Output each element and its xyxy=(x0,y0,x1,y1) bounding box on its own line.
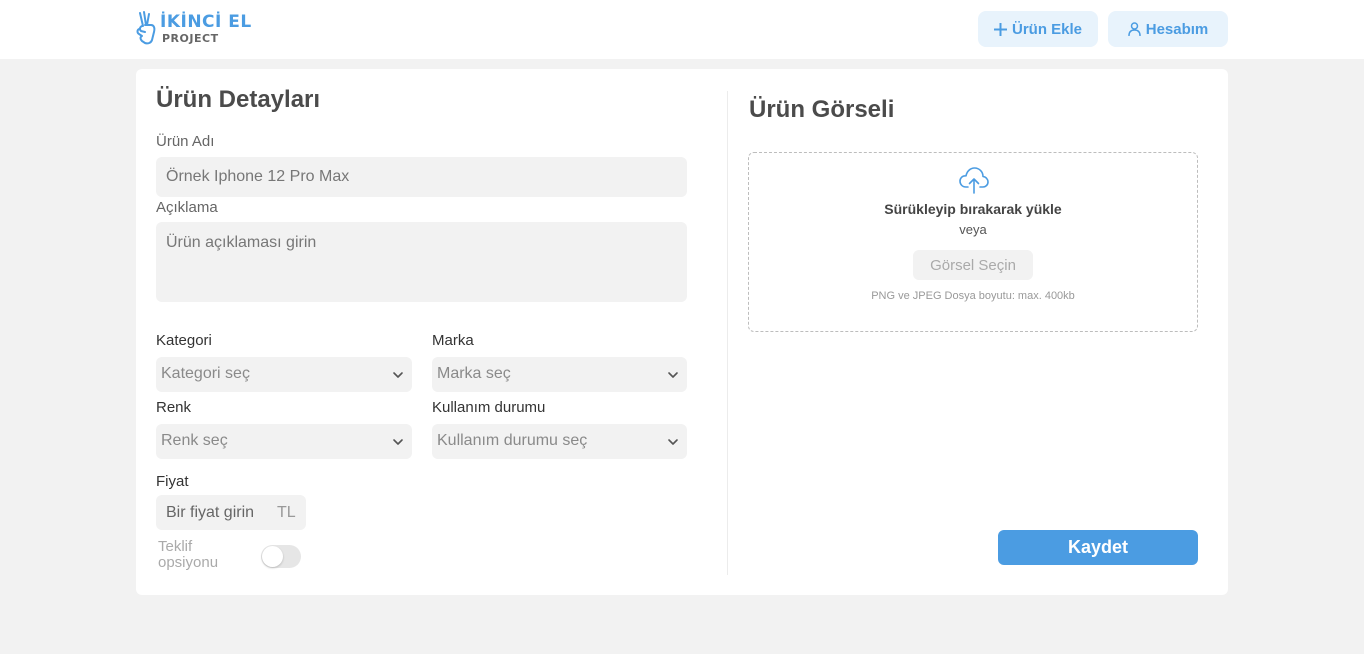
details-title: Ürün Detayları xyxy=(156,86,321,113)
column-divider xyxy=(727,91,728,575)
color-select[interactable]: Renk seç xyxy=(156,424,412,459)
brand-label: Marka xyxy=(432,332,474,349)
offer-option-label: Teklif opsiyonu xyxy=(158,538,219,571)
top-header: İKİNCİ EL PROJECT Ürün Ekle Hesabım xyxy=(0,0,1364,59)
product-name-placeholder: Örnek Iphone 12 Pro Max xyxy=(166,168,350,185)
description-placeholder: Ürün açıklaması girin xyxy=(166,234,317,251)
user-icon xyxy=(1127,22,1141,36)
chevron-down-icon xyxy=(668,372,678,378)
price-placeholder: Bir fiyat girin xyxy=(166,504,255,521)
product-name-label: Ürün Adı xyxy=(156,133,215,150)
account-label: Hesabım xyxy=(1145,20,1209,38)
select-image-button[interactable]: Görsel Seçin xyxy=(913,250,1033,280)
brand-placeholder: Marka seç xyxy=(437,365,511,382)
drag-drop-text: Sürükleyip bırakarak yükle xyxy=(884,201,1062,217)
price-label: Fiyat xyxy=(156,473,189,490)
price-input[interactable]: Bir fiyat girin TL xyxy=(156,495,306,530)
condition-select[interactable]: Kullanım durumu seç xyxy=(432,424,687,459)
offer-option-toggle[interactable] xyxy=(261,545,301,568)
logo[interactable]: İKİNCİ EL PROJECT xyxy=(135,10,251,46)
brand-select[interactable]: Marka seç xyxy=(432,357,687,392)
plus-icon xyxy=(993,22,1007,36)
category-label: Kategori xyxy=(156,332,212,349)
or-text: veya xyxy=(959,222,987,237)
condition-placeholder: Kullanım durumu seç xyxy=(437,432,588,449)
product-form-card: Ürün Detayları Ürün Adı Örnek Iphone 12 … xyxy=(136,69,1228,595)
hand-peace-icon xyxy=(136,11,156,45)
file-requirements-note: PNG ve JPEG Dosya boyutu: max. 400kb xyxy=(871,290,1075,302)
image-dropzone[interactable]: Sürükleyip bırakarak yükle veya Görsel S… xyxy=(748,152,1198,332)
chevron-down-icon xyxy=(393,372,403,378)
chevron-down-icon xyxy=(393,439,403,445)
account-button[interactable]: Hesabım xyxy=(1108,11,1228,47)
color-label: Renk xyxy=(156,399,192,416)
product-name-input[interactable]: Örnek Iphone 12 Pro Max xyxy=(156,157,687,197)
description-label: Açıklama xyxy=(156,199,218,216)
description-textarea[interactable]: Ürün açıklaması girin xyxy=(156,222,687,302)
cloud-upload-icon xyxy=(959,167,989,194)
category-placeholder: Kategori seç xyxy=(161,365,250,382)
logo-subtitle: PROJECT xyxy=(162,32,219,45)
price-currency: TL xyxy=(277,504,296,521)
condition-label: Kullanım durumu xyxy=(432,399,546,416)
image-title: Ürün Görseli xyxy=(749,96,895,123)
category-select[interactable]: Kategori seç xyxy=(156,357,412,392)
toggle-knob xyxy=(262,546,283,567)
add-product-label: Ürün Ekle xyxy=(1011,20,1083,38)
add-product-button[interactable]: Ürün Ekle xyxy=(978,11,1098,47)
logo-title: İKİNCİ EL xyxy=(160,12,252,32)
chevron-down-icon xyxy=(668,439,678,445)
color-placeholder: Renk seç xyxy=(161,432,228,449)
save-button[interactable]: Kaydet xyxy=(998,530,1198,565)
